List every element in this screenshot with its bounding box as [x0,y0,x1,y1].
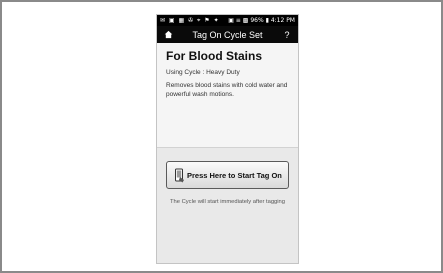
battery-icon: ▮ [265,17,269,24]
phone-screen: ✉ ▣ ▦ ✇ ⌖ ⚑ ✦ ▣ ≡ ▩ 96% ▮ 4:12 PM Tag On… [156,14,299,264]
start-tag-on-button[interactable]: Press Here to Start Tag On [166,161,289,189]
status-right: ▣ ≡ ▩ 96% ▮ 4:12 PM [228,17,295,24]
phone-tag-icon [173,167,185,183]
signal-icons: ▣ ≡ ▩ [228,17,249,24]
clock: 4:12 PM [270,17,295,24]
home-icon[interactable] [161,28,175,42]
cycle-label: Using Cycle : Heavy Duty [166,69,240,76]
title-bar: Tag On Cycle Set ? [157,26,298,43]
help-button[interactable]: ? [280,30,294,40]
start-tag-on-label: Press Here to Start Tag On [187,170,282,180]
figure-frame: ✉ ▣ ▦ ✇ ⌖ ⚑ ✦ ▣ ≡ ▩ 96% ▮ 4:12 PM Tag On… [0,0,443,273]
notification-icons: ✉ ▣ ▦ ✇ ⌖ ⚑ ✦ [160,16,220,24]
tagging-note: The Cycle will start immediately after t… [169,199,285,205]
cycle-description: Removes blood stains with cold water and… [166,82,288,98]
status-bar: ✉ ▣ ▦ ✇ ⌖ ⚑ ✦ ▣ ≡ ▩ 96% ▮ 4:12 PM [157,15,298,26]
battery-level: 96% [250,17,264,24]
stain-heading: For Blood Stains [166,49,262,63]
page-title: Tag On Cycle Set [192,29,263,40]
